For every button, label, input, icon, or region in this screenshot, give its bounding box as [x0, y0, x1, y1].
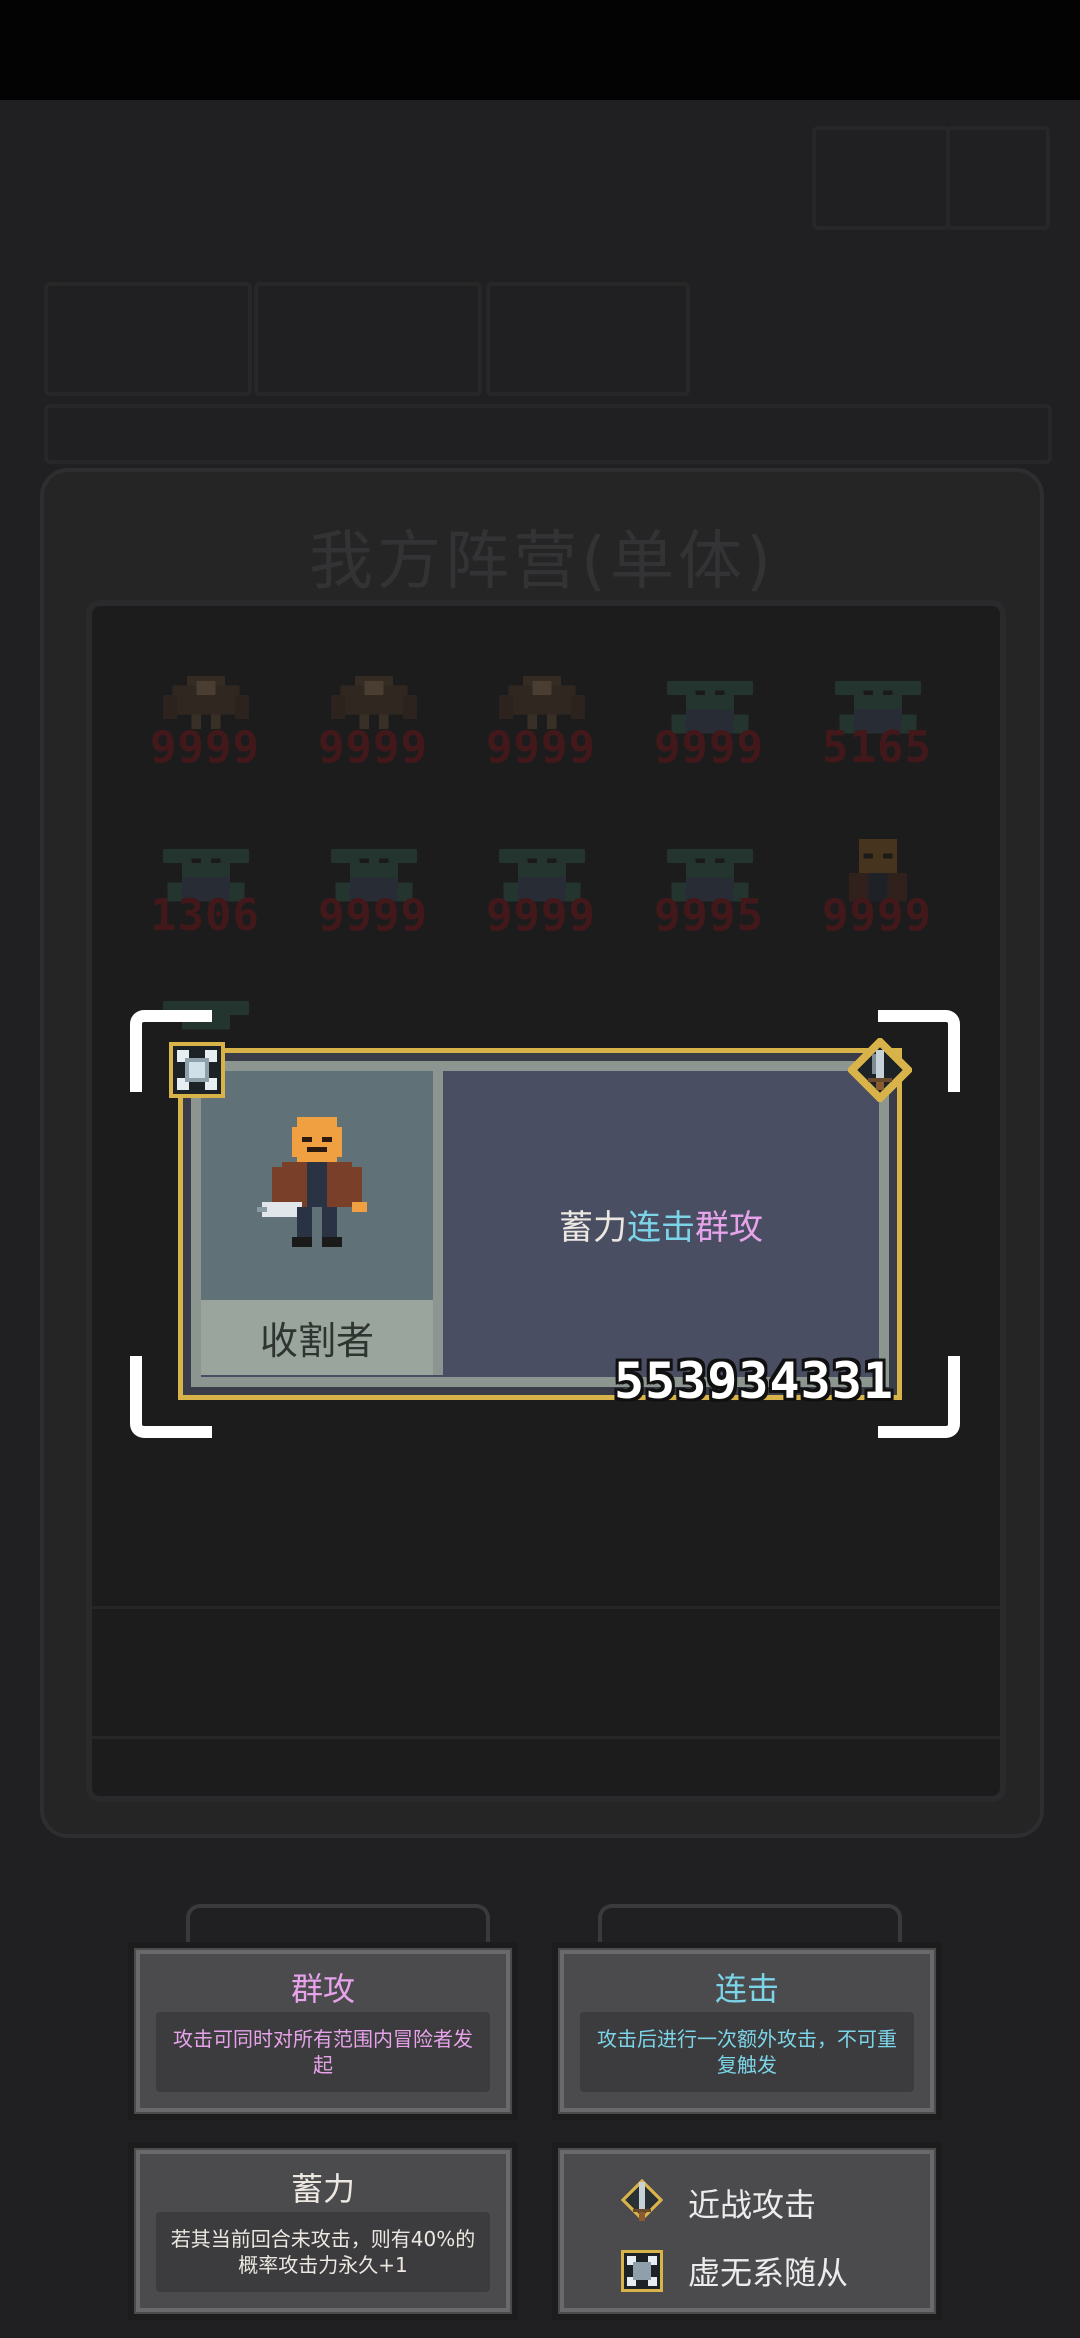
unit-name: 收割者	[201, 1300, 443, 1375]
unit-trait-summary: 蓄力 连击 群攻	[443, 1071, 879, 1377]
trait-title: 群攻	[290, 1970, 355, 2008]
legend-row-melee: 近战攻击	[618, 2176, 816, 2230]
trait-description: 攻击后进行一次额外攻击，不可重复触发	[580, 2012, 914, 2092]
trait-title: 连击	[714, 1970, 779, 2008]
void-summon-icon	[169, 1042, 225, 1098]
trait-summary-charge: 蓄力	[559, 1207, 627, 1248]
legend-label: 虚无系随从	[688, 2254, 849, 2292]
melee-dagger-icon	[848, 1038, 912, 1102]
unit-card[interactable]: 收割者 蓄力 连击 群攻	[178, 1048, 902, 1400]
trait-description: 若其当前回合未攻击，则有40%的概率攻击力永久+1	[156, 2212, 490, 2292]
trait-box-legend: 近战攻击 虚无系随从	[552, 2142, 942, 2320]
unit-portrait	[201, 1071, 443, 1300]
reaper-sprite	[257, 1117, 367, 1247]
unit-power-value: 553934331	[614, 1352, 894, 1410]
unit-card-inner: 收割者 蓄力 连击 群攻	[191, 1061, 889, 1387]
trait-summary-combo: 连击	[627, 1207, 695, 1248]
trait-box-charge: 蓄力 若其当前回合未攻击，则有40%的概率攻击力永久+1	[128, 2142, 518, 2320]
trait-box-combo: 连击 攻击后进行一次额外攻击，不可重复触发	[552, 1942, 942, 2120]
trait-box-aoe: 群攻 攻击可同时对所有范围内冒险者发起	[128, 1942, 518, 2120]
trait-description: 攻击可同时对所有范围内冒险者发起	[156, 2012, 490, 2092]
trait-summary-aoe: 群攻	[695, 1207, 763, 1248]
melee-dagger-icon	[620, 2178, 664, 2222]
void-summon-icon	[621, 2250, 663, 2292]
trait-title: 蓄力	[290, 2170, 355, 2208]
legend-row-void: 虚无系随从	[618, 2244, 848, 2298]
legend-label: 近战攻击	[688, 2186, 817, 2224]
